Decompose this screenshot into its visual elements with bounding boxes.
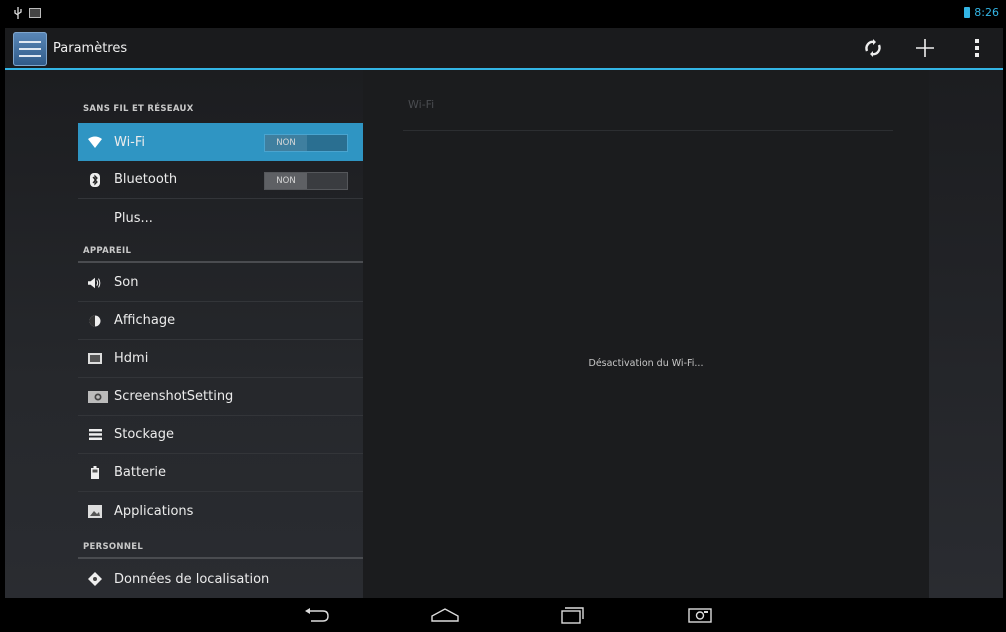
background-margin (929, 70, 1003, 598)
detail-divider (403, 130, 893, 131)
section-header-wireless: SANS FIL ET RÉSEAUX (83, 104, 194, 114)
settings-item-label: Affichage (114, 313, 176, 328)
add-icon (916, 39, 934, 57)
section-divider (78, 557, 363, 559)
settings-item-label: ScreenshotSetting (114, 389, 234, 404)
settings-item-label: Applications (114, 503, 194, 519)
battery-icon (964, 7, 971, 18)
navigation-bar (5, 598, 1003, 632)
sync-button[interactable] (847, 28, 899, 68)
storage-icon (88, 428, 102, 442)
overflow-menu-button[interactable] (951, 28, 1003, 68)
wifi-toggle[interactable]: NON (264, 134, 348, 152)
speaker-icon (88, 276, 102, 290)
settings-item-hdmi[interactable]: Hdmi (78, 340, 363, 378)
settings-item-label: Batterie (114, 465, 167, 480)
recent-apps-button[interactable] (552, 603, 592, 627)
wifi-detail-pane: Wi-Fi Désactivation du Wi-Fi... (363, 70, 929, 598)
settings-item-applications[interactable]: Applications (78, 492, 363, 530)
action-bar: Paramètres (5, 28, 1003, 70)
camera-icon (88, 390, 108, 404)
overflow-menu-icon (975, 39, 979, 57)
settings-item-more[interactable]: Plus... (78, 199, 363, 237)
bluetooth-toggle[interactable]: NON (264, 172, 348, 190)
settings-item-battery[interactable]: Batterie (78, 454, 363, 492)
wifi-icon (88, 135, 102, 149)
usb-icon (14, 7, 22, 19)
battery-icon (88, 466, 102, 480)
recent-apps-icon (561, 607, 584, 624)
screen: 8:26 Paramètres SANS FIL ET RÉSEAUX Wi-F… (5, 0, 1003, 632)
settings-item-label: Plus... (114, 210, 153, 226)
home-icon (431, 608, 459, 622)
section-header-personal: PERSONNEL (83, 542, 144, 552)
add-button[interactable] (899, 28, 951, 68)
detail-title: Wi-Fi (408, 98, 435, 111)
settings-app-icon[interactable] (13, 32, 47, 66)
location-icon (88, 572, 102, 586)
settings-item-display[interactable]: Affichage (78, 302, 363, 340)
clock: 8:26 (974, 6, 999, 19)
settings-item-label: Stockage (114, 427, 174, 442)
back-icon (305, 608, 329, 622)
home-button[interactable] (425, 603, 465, 627)
toggle-state: NON (265, 135, 307, 151)
settings-item-label: Bluetooth (114, 172, 178, 187)
hdmi-icon (88, 352, 102, 366)
settings-item-sound[interactable]: Son (78, 264, 363, 302)
back-button[interactable] (297, 603, 337, 627)
wifi-status-message: Désactivation du Wi-Fi... (588, 358, 704, 369)
screenshot-button[interactable] (680, 603, 720, 627)
applications-icon (88, 504, 102, 518)
sync-icon (865, 39, 881, 57)
settings-item-location[interactable]: Données de localisation (78, 560, 363, 598)
settings-item-label: Hdmi (114, 351, 149, 366)
section-header-device: APPAREIL (83, 246, 132, 256)
toggle-state: NON (265, 173, 307, 189)
settings-item-label: Son (114, 275, 139, 290)
screenshot-icon (688, 608, 712, 623)
settings-item-label: Wi-Fi (114, 134, 146, 150)
section-divider (78, 261, 363, 263)
settings-item-wifi[interactable]: Wi-Fi NON (78, 123, 363, 161)
settings-list: SANS FIL ET RÉSEAUX Wi-Fi NON Bluetooth … (5, 70, 363, 598)
settings-item-label: Données de localisation (114, 571, 270, 587)
bluetooth-icon (88, 172, 102, 187)
status-bar: 8:26 (5, 0, 1003, 28)
image-notification-icon (29, 8, 41, 18)
page-title: Paramètres (53, 41, 128, 56)
settings-item-bluetooth[interactable]: Bluetooth NON (78, 161, 363, 199)
settings-item-screenshot[interactable]: ScreenshotSetting (78, 378, 363, 416)
settings-item-storage[interactable]: Stockage (78, 416, 363, 454)
brightness-icon (88, 314, 102, 328)
